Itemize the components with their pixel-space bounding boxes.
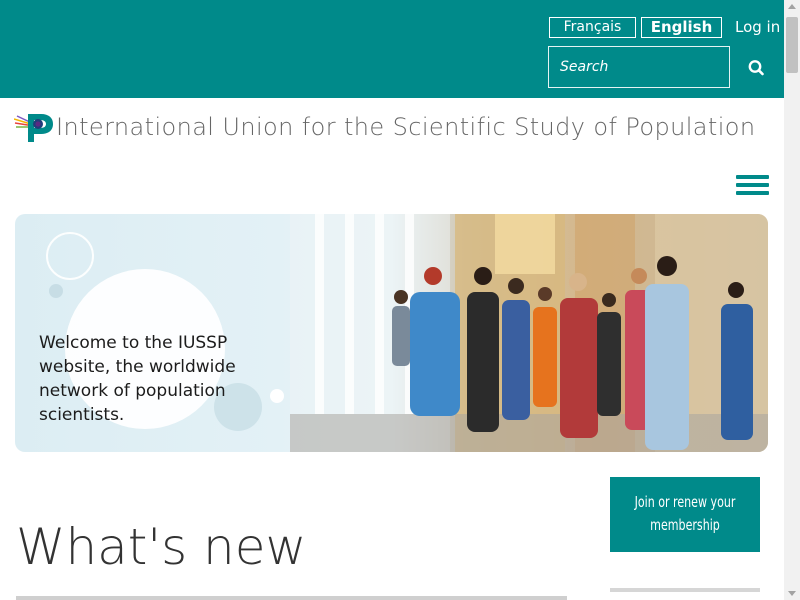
section-divider xyxy=(16,596,567,600)
login-link[interactable]: Log in xyxy=(735,17,780,38)
hamburger-menu-icon[interactable] xyxy=(736,175,769,196)
sidebar-divider xyxy=(610,588,760,592)
hero-banner[interactable]: Welcome to the IUSSP website, the worldw… xyxy=(15,214,768,452)
iussp-logo[interactable] xyxy=(13,112,54,144)
top-bar: Français English Log in xyxy=(0,0,784,98)
search-input[interactable] xyxy=(548,46,730,88)
language-french-button[interactable]: Français xyxy=(549,17,636,38)
menu-bar-bottom xyxy=(736,191,769,195)
scroll-down-arrow-icon[interactable] xyxy=(788,591,796,596)
join-renew-membership-label: Join or renew your membership xyxy=(634,493,736,534)
search-button[interactable] xyxy=(740,55,772,81)
page-scrollbar[interactable] xyxy=(784,0,800,600)
logo-icon xyxy=(13,114,53,142)
menu-bar-top xyxy=(736,175,769,179)
hero-welcome-text: Welcome to the IUSSP website, the worldw… xyxy=(39,333,236,425)
join-renew-membership-button[interactable]: Join or renew your membership xyxy=(610,477,760,552)
language-english-button[interactable]: English xyxy=(641,17,722,38)
menu-bar-middle xyxy=(736,183,769,187)
whats-new-heading: What's new xyxy=(16,518,307,576)
scroll-thumb[interactable] xyxy=(786,17,798,73)
organization-name[interactable]: International Union for the Scientific S… xyxy=(56,113,756,141)
scroll-up-arrow-icon[interactable] xyxy=(788,4,796,9)
search-icon xyxy=(748,60,764,76)
